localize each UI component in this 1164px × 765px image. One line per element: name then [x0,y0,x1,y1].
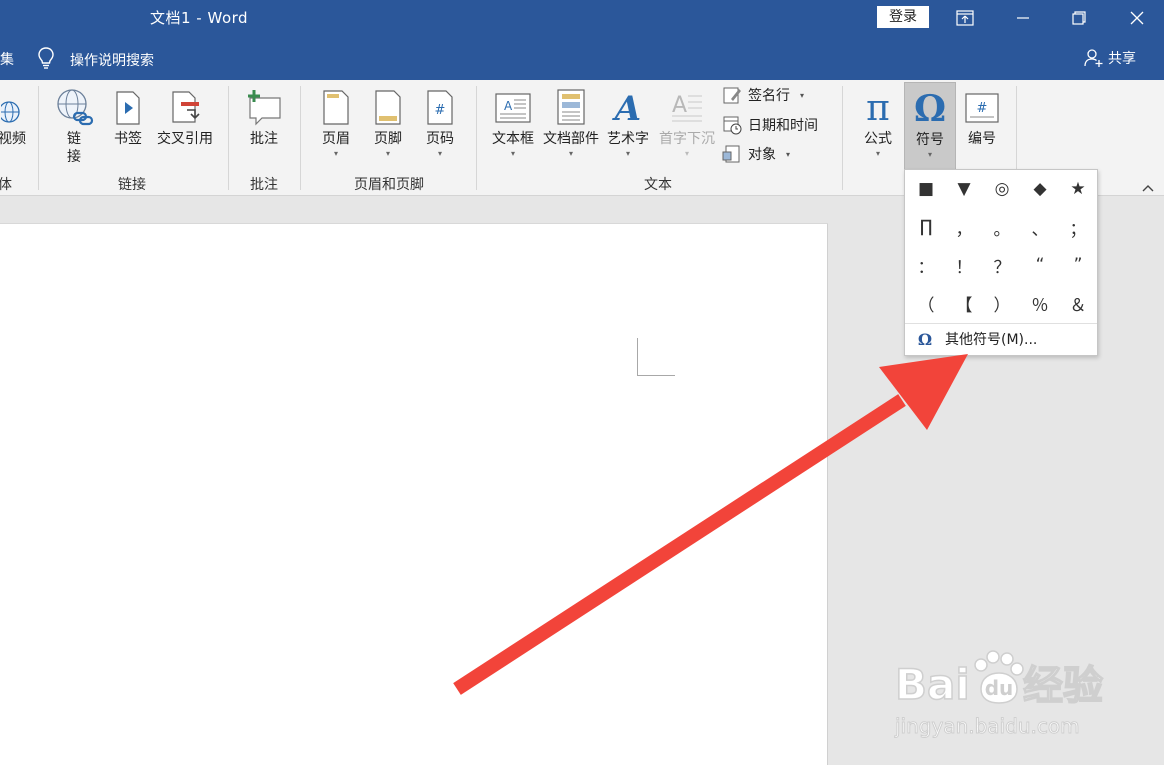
baidu-logo: Bai 经验 du jingyan.baidu.com [894,650,1104,739]
svg-text:Bai: Bai [895,660,970,709]
svg-text:经验: 经验 [1023,663,1103,709]
svg-text:jingyan.baidu.com: jingyan.baidu.com [894,714,1080,738]
svg-text:du: du [985,676,1014,700]
baidu-jingyan-watermark: Bai 经验 du jingyan.baidu.com [893,635,1113,745]
